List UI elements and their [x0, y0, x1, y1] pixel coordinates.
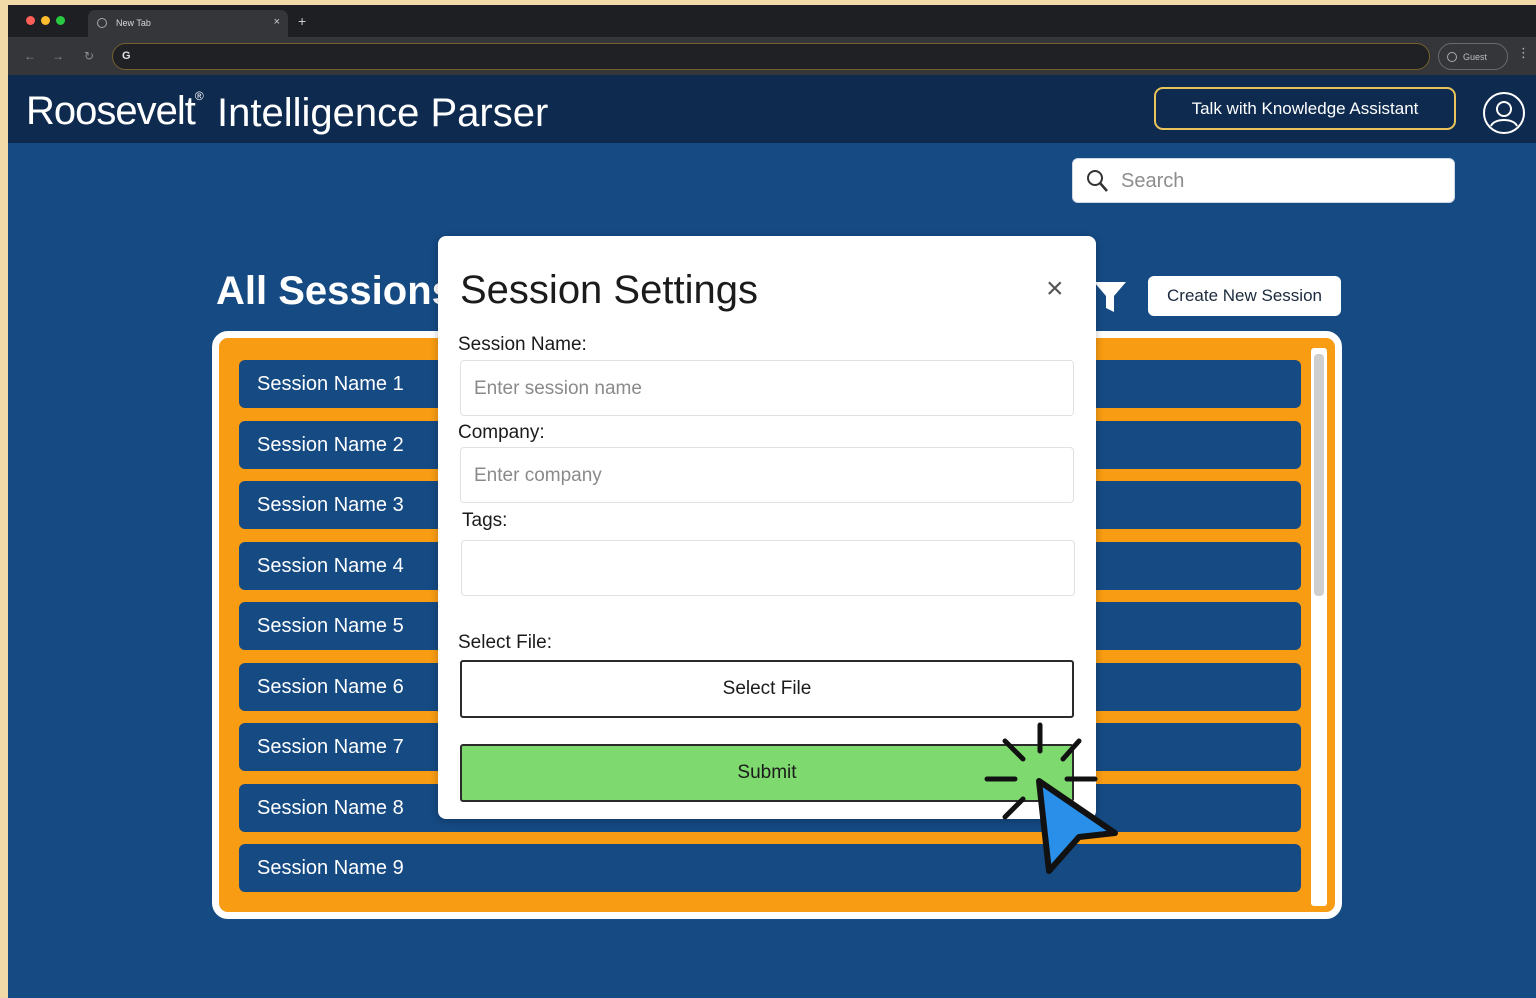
company-label: Company: [458, 422, 545, 443]
sessions-scrollbar[interactable] [1311, 348, 1327, 906]
user-icon[interactable] [1483, 92, 1525, 134]
guest-icon [1447, 52, 1457, 62]
session-label: Session Name 9 [257, 857, 404, 879]
browser-tab-bar: New Tab × + [8, 5, 1536, 37]
tags-label: Tags: [462, 510, 508, 531]
session-label: Session Name 2 [257, 434, 404, 456]
app-window: New Tab × + ← → ↻ G Guest ⋮ Roosevelt® I… [8, 5, 1536, 998]
app-title: Intelligence Parser [217, 91, 549, 135]
session-label: Session Name 6 [257, 676, 404, 698]
tab-favicon-icon [97, 18, 107, 28]
tab-title: New Tab [116, 18, 151, 28]
reload-icon[interactable]: ↻ [84, 49, 94, 63]
guest-label: Guest [1463, 52, 1488, 62]
forward-icon[interactable]: → [52, 49, 64, 63]
submit-button[interactable]: Submit [460, 744, 1074, 802]
logo-mark: ® [194, 89, 204, 103]
knowledge-assistant-button[interactable]: Talk with Knowledge Assistant [1154, 87, 1456, 130]
logo: Roosevelt® [26, 89, 204, 134]
close-icon[interactable]: × [1046, 274, 1064, 304]
tab-close-icon[interactable]: × [274, 16, 280, 28]
company-placeholder: Enter company [474, 465, 602, 486]
window-maximize-dot[interactable] [56, 16, 65, 25]
page-title: All Sessions [216, 269, 454, 313]
search-icon [1087, 170, 1108, 192]
user-glyph [1490, 101, 1518, 127]
window-minimize-dot[interactable] [41, 16, 50, 25]
session-label: Session Name 1 [257, 373, 404, 395]
search-engine-icon: G [122, 50, 131, 62]
session-name-label: Session Name: [458, 334, 587, 355]
browser-menu-icon[interactable]: ⋮ [1517, 45, 1530, 61]
filter-icon[interactable] [1090, 276, 1130, 316]
search-placeholder: Search [1121, 170, 1185, 192]
select-file-label: Select File: [458, 632, 552, 653]
browser-tab[interactable]: New Tab × [88, 10, 288, 37]
session-name-placeholder: Enter session name [474, 378, 642, 399]
select-file-button[interactable]: Select File [460, 660, 1074, 718]
modal-title: Session Settings [460, 268, 758, 312]
session-row[interactable]: Session Name 9 [239, 844, 1301, 892]
app-header: Roosevelt® Intelligence Parser Talk with… [8, 75, 1536, 143]
company-input[interactable]: Enter company [460, 447, 1074, 503]
session-name-input[interactable]: Enter session name [460, 360, 1074, 416]
guest-profile-button[interactable]: Guest [1438, 43, 1508, 70]
address-bar[interactable]: G [112, 43, 1430, 70]
logo-text: Roosevelt [26, 89, 196, 133]
session-label: Session Name 7 [257, 736, 404, 758]
search-input[interactable]: Search [1072, 158, 1455, 203]
back-icon[interactable]: ← [24, 49, 36, 63]
tags-input[interactable] [461, 540, 1075, 596]
click-cursor-icon [984, 722, 1118, 874]
window-close-dot[interactable] [26, 16, 35, 25]
scrollbar-thumb[interactable] [1314, 354, 1324, 596]
session-label: Session Name 4 [257, 555, 404, 577]
create-new-session-button[interactable]: Create New Session [1148, 276, 1341, 316]
session-label: Session Name 5 [257, 615, 404, 637]
session-label: Session Name 8 [257, 797, 404, 819]
new-tab-icon[interactable]: + [298, 13, 306, 29]
session-label: Session Name 3 [257, 494, 404, 516]
browser-toolbar: ← → ↻ G Guest ⋮ [8, 37, 1536, 75]
